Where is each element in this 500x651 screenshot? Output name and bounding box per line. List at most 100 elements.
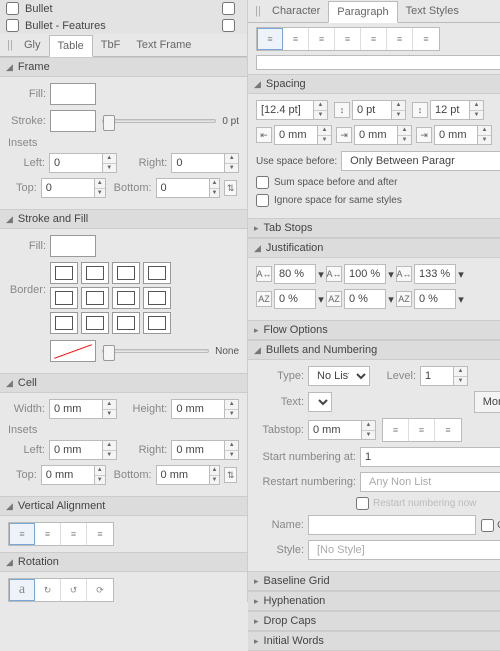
valign-justify-button[interactable]: ≡ bbox=[87, 523, 113, 545]
spinner[interactable]: ▲▼ bbox=[225, 399, 239, 419]
border-option[interactable] bbox=[112, 312, 140, 334]
tabstop-input[interactable] bbox=[308, 420, 362, 440]
sum-space-checkbox[interactable] bbox=[256, 176, 269, 189]
border-option[interactable] bbox=[81, 312, 109, 334]
rotate-90-button[interactable]: ↻ bbox=[35, 579, 61, 601]
space-before-input[interactable] bbox=[352, 100, 392, 120]
tab-align-left-button[interactable]: ≡ bbox=[383, 419, 409, 441]
border-option[interactable] bbox=[50, 312, 78, 334]
tab-gly[interactable]: Gly bbox=[16, 35, 49, 55]
border-option[interactable] bbox=[50, 262, 78, 284]
section-tabstops[interactable]: ▸Tab Stops bbox=[248, 218, 500, 238]
section-rotation[interactable]: ◢ Rotation bbox=[0, 552, 247, 572]
leading-input[interactable] bbox=[256, 100, 314, 120]
align-justify-right-button[interactable]: ≡ bbox=[413, 28, 439, 50]
section-hyphenation[interactable]: ▸Hyphenation bbox=[248, 591, 500, 611]
section-baseline[interactable]: ▸Baseline Grid bbox=[248, 571, 500, 591]
rotate-0-button[interactable]: a bbox=[9, 579, 35, 601]
spinner[interactable]: ▲▼ bbox=[398, 125, 412, 145]
cell-bottom-input[interactable] bbox=[156, 465, 210, 485]
restart-select[interactable]: Any Non List bbox=[360, 472, 500, 492]
list-name-input[interactable] bbox=[308, 515, 476, 535]
spinner[interactable]: ▲▼ bbox=[454, 366, 468, 386]
section-justification[interactable]: ◢Justification bbox=[248, 238, 500, 258]
border-option[interactable] bbox=[50, 287, 78, 309]
restart-now-checkbox[interactable] bbox=[356, 497, 369, 510]
spinner[interactable]: ▲▼ bbox=[318, 125, 332, 145]
word-opt-input[interactable] bbox=[344, 264, 386, 284]
spinner[interactable]: ▲▼ bbox=[314, 100, 328, 120]
letter-max-input[interactable] bbox=[414, 289, 456, 309]
align-justify-left-button[interactable]: ≡ bbox=[361, 28, 387, 50]
section-cell[interactable]: ◢ Cell bbox=[0, 373, 247, 393]
spinner[interactable]: ▲▼ bbox=[392, 100, 406, 120]
list-style-select[interactable]: [No Style] bbox=[308, 540, 500, 560]
valign-bottom-button[interactable]: ≡ bbox=[61, 523, 87, 545]
section-bullets[interactable]: ◢Bullets and Numbering bbox=[248, 340, 500, 360]
panel-grip-icon[interactable]: || bbox=[252, 5, 264, 17]
cell-height-input[interactable] bbox=[171, 399, 225, 419]
border-option[interactable] bbox=[143, 287, 171, 309]
spinner[interactable]: ▲▼ bbox=[362, 420, 376, 440]
spinner[interactable]: ▲▼ bbox=[103, 153, 117, 173]
word-min-input[interactable] bbox=[274, 264, 316, 284]
link-icon[interactable]: ⇅ bbox=[224, 467, 237, 483]
spinner[interactable]: ▲▼ bbox=[95, 465, 106, 485]
fill-swatch[interactable] bbox=[50, 83, 96, 105]
spinner[interactable]: ▲▼ bbox=[210, 465, 221, 485]
section-spacing[interactable]: ◢ Spacing bbox=[248, 74, 500, 94]
style-check-bullet[interactable]: Bullet bbox=[0, 0, 247, 17]
align-justify-button[interactable]: ≡ bbox=[335, 28, 361, 50]
border-option[interactable] bbox=[81, 262, 109, 284]
bullet-text-select[interactable] bbox=[308, 392, 332, 412]
align-right-button[interactable]: ≡ bbox=[309, 28, 335, 50]
global-checkbox[interactable] bbox=[481, 519, 494, 532]
border-weight-slider[interactable] bbox=[102, 349, 209, 353]
style-check-bullet-features[interactable]: Bullet - Features bbox=[0, 17, 247, 34]
border-option[interactable] bbox=[143, 262, 171, 284]
space-after-input[interactable] bbox=[430, 100, 470, 120]
tab-tbf[interactable]: TbF bbox=[93, 35, 129, 55]
aux-checkbox[interactable] bbox=[222, 2, 235, 15]
inset-bottom-input[interactable] bbox=[156, 178, 210, 198]
section-dropcaps[interactable]: ▸Drop Caps bbox=[248, 611, 500, 631]
word-max-input[interactable] bbox=[414, 264, 456, 284]
spinner[interactable]: ▲▼ bbox=[225, 440, 239, 460]
more-button[interactable]: More... bbox=[474, 391, 500, 413]
aux-checkbox[interactable] bbox=[222, 19, 235, 32]
section-frame[interactable]: ◢ Frame bbox=[0, 57, 247, 77]
tab-text-frame[interactable]: Text Frame bbox=[128, 35, 199, 55]
border-option[interactable] bbox=[143, 312, 171, 334]
align-center-button[interactable]: ≡ bbox=[283, 28, 309, 50]
rotate-180-button[interactable]: ↺ bbox=[61, 579, 87, 601]
align-justify-center-button[interactable]: ≡ bbox=[387, 28, 413, 50]
letter-opt-input[interactable] bbox=[344, 289, 386, 309]
section-initialwords[interactable]: ▸Initial Words bbox=[248, 631, 500, 651]
valign-middle-button[interactable]: ≡ bbox=[35, 523, 61, 545]
valign-top-button[interactable]: ≡ bbox=[9, 523, 35, 545]
border-option[interactable] bbox=[112, 287, 140, 309]
align-left-button[interactable]: ≡ bbox=[257, 28, 283, 50]
paragraph-style-dropdown[interactable] bbox=[256, 55, 500, 70]
border-color-swatch[interactable] bbox=[50, 340, 96, 362]
stroke-slider[interactable] bbox=[102, 119, 216, 123]
letter-min-input[interactable] bbox=[274, 289, 316, 309]
spinner[interactable]: ▲▼ bbox=[95, 178, 106, 198]
level-input[interactable] bbox=[420, 366, 454, 386]
spinner[interactable]: ▲▼ bbox=[470, 100, 484, 120]
indent-first-input[interactable] bbox=[354, 125, 398, 145]
tab-paragraph[interactable]: Paragraph bbox=[328, 1, 397, 23]
spinner[interactable]: ▲▼ bbox=[210, 178, 221, 198]
spinner[interactable]: ▲▼ bbox=[478, 125, 492, 145]
spinner[interactable]: ▲▼ bbox=[225, 153, 239, 173]
link-icon[interactable]: ⇅ bbox=[224, 180, 237, 196]
rotate-270-button[interactable]: ⟳ bbox=[87, 579, 113, 601]
section-valign[interactable]: ◢ Vertical Alignment bbox=[0, 496, 247, 516]
indent-right-input[interactable] bbox=[434, 125, 478, 145]
border-option[interactable] bbox=[112, 262, 140, 284]
border-option[interactable] bbox=[81, 287, 109, 309]
tab-align-center-button[interactable]: ≡ bbox=[409, 419, 435, 441]
use-before-select[interactable]: Only Between Paragr bbox=[341, 151, 500, 171]
inset-top-input[interactable] bbox=[41, 178, 95, 198]
section-stroke-fill[interactable]: ◢ Stroke and Fill bbox=[0, 209, 247, 229]
